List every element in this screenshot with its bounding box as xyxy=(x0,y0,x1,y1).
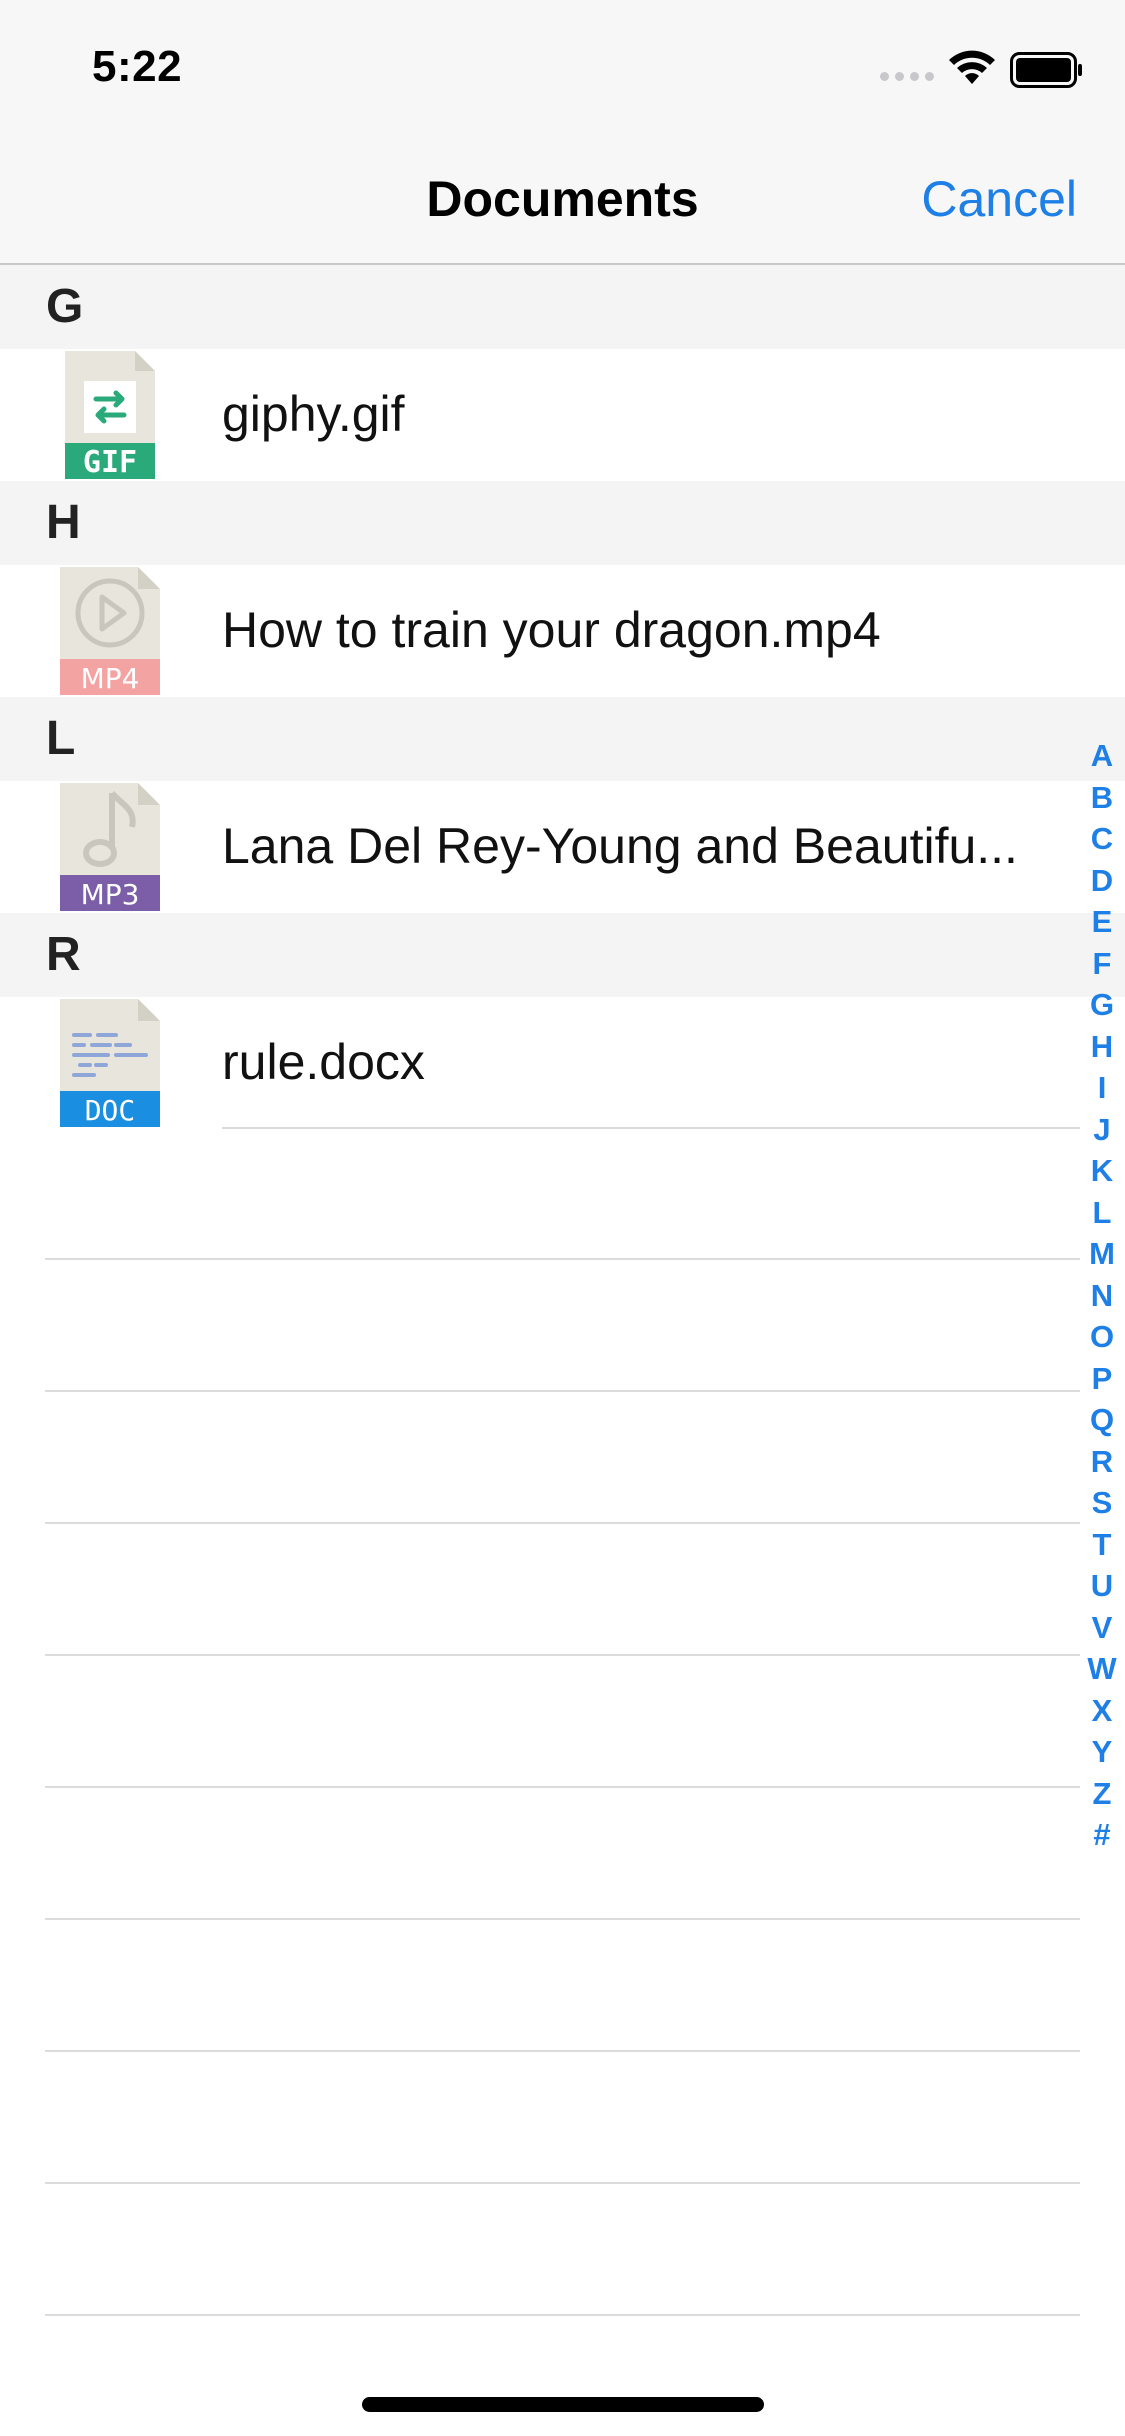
navigation-bar: 5:22 Documents Cancel xyxy=(0,0,1125,265)
index-letter[interactable]: B xyxy=(1084,777,1120,819)
index-letter[interactable]: # xyxy=(1084,1814,1120,1856)
index-letter[interactable]: K xyxy=(1084,1150,1120,1192)
document-list: G GIF giphy.gif H MP4 How to train your … xyxy=(0,265,1125,1129)
list-item[interactable]: GIF giphy.gif xyxy=(0,349,1125,481)
index-letter[interactable]: P xyxy=(1084,1358,1120,1400)
mp3-file-icon: MP3 xyxy=(60,783,160,911)
file-badge: DOC xyxy=(85,1094,136,1127)
index-letter[interactable]: O xyxy=(1084,1316,1120,1358)
empty-row-separator xyxy=(45,2050,1080,2052)
wifi-icon xyxy=(949,50,995,84)
battery-icon xyxy=(1010,52,1082,88)
empty-row-separator xyxy=(45,2314,1080,2316)
index-letter[interactable]: M xyxy=(1084,1233,1120,1275)
index-letter[interactable]: C xyxy=(1084,818,1120,860)
index-letter[interactable]: Z xyxy=(1084,1773,1120,1815)
section-header-l: L xyxy=(0,697,1125,781)
index-letter[interactable]: S xyxy=(1084,1482,1120,1524)
gif-file-icon: GIF xyxy=(65,351,155,479)
index-letter[interactable]: J xyxy=(1084,1109,1120,1151)
index-letter[interactable]: T xyxy=(1084,1524,1120,1566)
cancel-button[interactable]: Cancel xyxy=(921,170,1077,228)
file-badge: GIF xyxy=(83,445,137,479)
empty-row-separator xyxy=(45,1654,1080,1656)
section-index-bar[interactable]: A B C D E F G H I J K L M N O P Q R S T U V W X Y Z # xyxy=(1084,735,1120,1856)
section-header-r: R xyxy=(0,913,1125,997)
file-name: rule.docx xyxy=(222,1034,425,1090)
index-letter[interactable]: I xyxy=(1084,1067,1120,1109)
empty-row-separator xyxy=(45,2182,1080,2184)
list-item[interactable]: MP4 How to train your dragon.mp4 xyxy=(0,565,1125,697)
index-letter[interactable]: N xyxy=(1084,1275,1120,1317)
empty-row-separator xyxy=(45,1390,1080,1392)
status-time: 5:22 xyxy=(92,42,183,91)
index-letter[interactable]: E xyxy=(1084,901,1120,943)
index-letter[interactable]: U xyxy=(1084,1565,1120,1607)
index-letter[interactable]: X xyxy=(1084,1690,1120,1732)
file-name: How to train your dragon.mp4 xyxy=(222,602,881,658)
mp4-file-icon: MP4 xyxy=(60,567,160,695)
file-name: giphy.gif xyxy=(222,386,405,442)
index-letter[interactable]: F xyxy=(1084,943,1120,985)
home-indicator[interactable] xyxy=(362,2397,764,2412)
cellular-signal-icon xyxy=(880,72,934,81)
empty-row-separator xyxy=(45,1522,1080,1524)
index-letter[interactable]: G xyxy=(1084,984,1120,1026)
index-letter[interactable]: V xyxy=(1084,1607,1120,1649)
index-letter[interactable]: Y xyxy=(1084,1731,1120,1773)
index-letter[interactable]: D xyxy=(1084,860,1120,902)
section-letter: L xyxy=(46,712,76,765)
index-letter[interactable]: R xyxy=(1084,1441,1120,1483)
section-header-g: G xyxy=(0,265,1125,349)
index-letter[interactable]: Q xyxy=(1084,1399,1120,1441)
index-letter[interactable]: H xyxy=(1084,1026,1120,1068)
row-separator xyxy=(222,1127,1080,1129)
index-letter[interactable]: W xyxy=(1084,1648,1120,1690)
index-letter[interactable]: L xyxy=(1084,1192,1120,1234)
list-item[interactable]: DOC rule.docx xyxy=(0,997,1125,1129)
section-letter: G xyxy=(46,280,84,333)
file-name: Lana Del Rey-Young and Beautifu... xyxy=(222,818,1018,874)
section-letter: R xyxy=(46,928,81,981)
empty-row-separator xyxy=(45,1258,1080,1260)
file-badge: MP4 xyxy=(81,662,140,695)
file-badge: MP3 xyxy=(81,878,140,911)
doc-file-icon: DOC xyxy=(60,999,160,1127)
section-header-h: H xyxy=(0,481,1125,565)
section-letter: H xyxy=(46,496,81,549)
list-item[interactable]: MP3 Lana Del Rey-Young and Beautifu... xyxy=(0,781,1125,913)
index-letter[interactable]: A xyxy=(1084,735,1120,777)
empty-row-separator xyxy=(45,1786,1080,1788)
empty-row-separator xyxy=(45,1918,1080,1920)
